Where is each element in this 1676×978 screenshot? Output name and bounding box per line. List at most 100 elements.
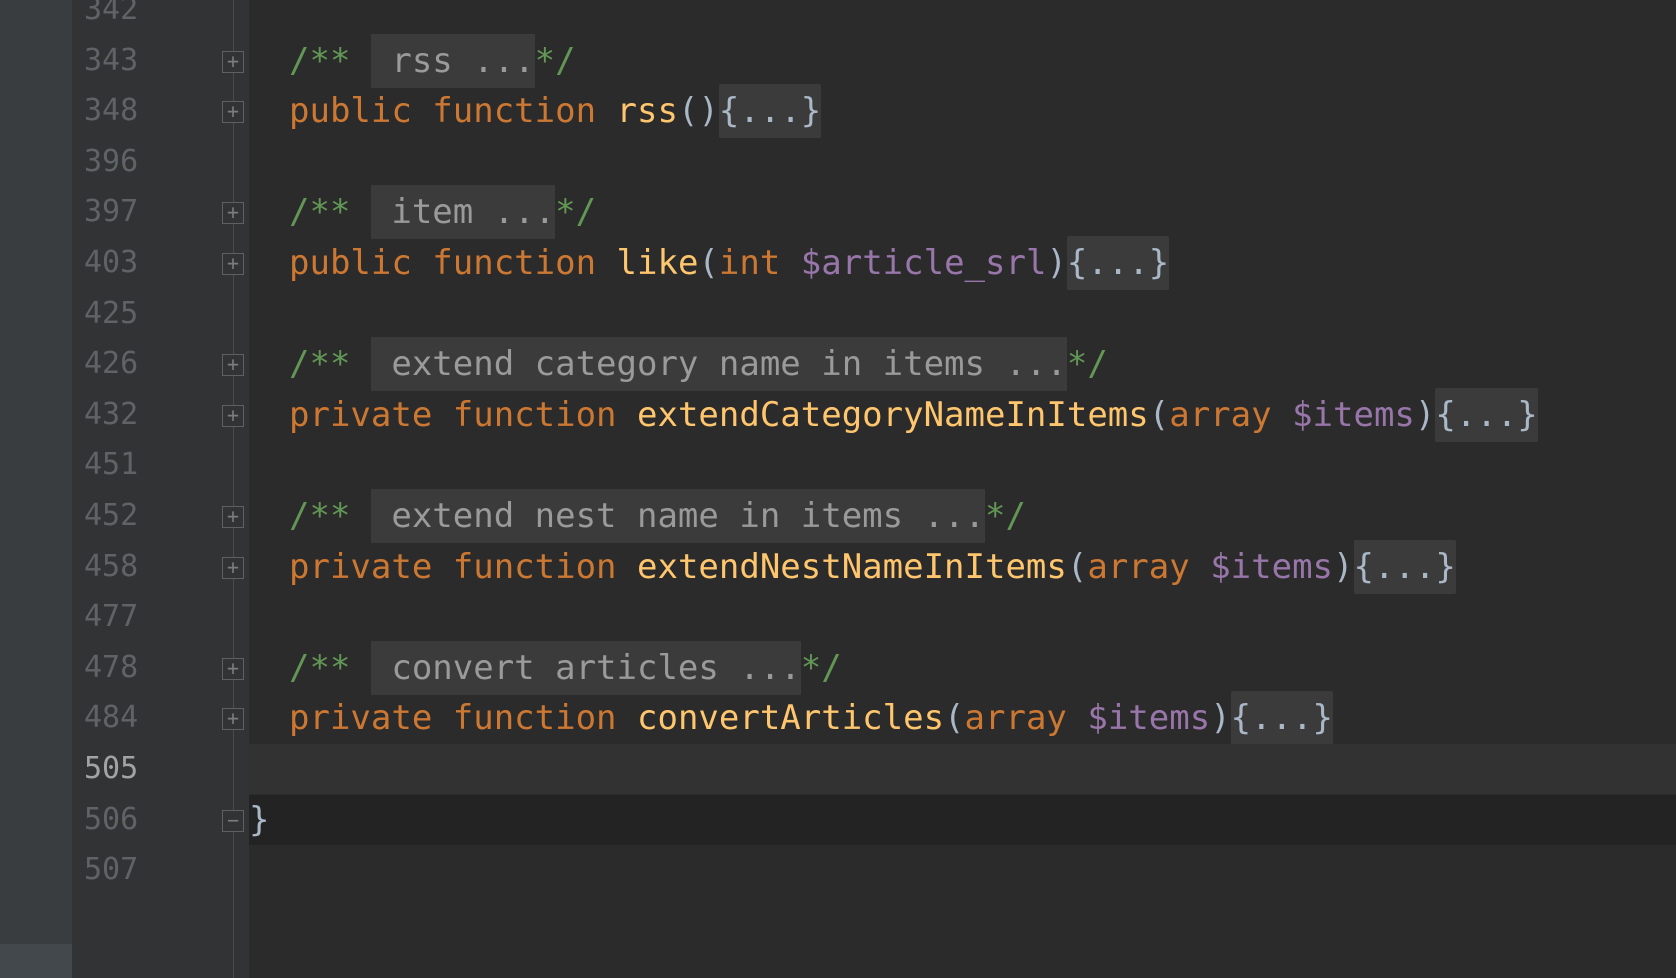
function-name: rss — [616, 91, 678, 132]
code-line[interactable]: 396 — [0, 135, 1676, 189]
code-line[interactable]: 477 — [0, 590, 1676, 644]
folded-block-placeholder[interactable]: {...} — [1353, 539, 1456, 594]
folded-block-placeholder[interactable]: {...} — [718, 84, 822, 139]
fold-expand-icon[interactable]: + — [222, 708, 244, 731]
line-number: 452 — [84, 498, 139, 533]
folded-block-placeholder[interactable]: {...} — [1066, 236, 1170, 290]
closing-line-highlight — [249, 794, 1676, 845]
line-number: 342 — [84, 0, 139, 27]
code-text[interactable]: /** item ...*/ — [289, 185, 596, 240]
folded-doc-comment[interactable]: extend category name in items ... — [370, 337, 1067, 392]
keyword-token: function — [452, 394, 637, 435]
fold-collapse-icon[interactable]: − — [222, 809, 244, 832]
line-number: 458 — [84, 548, 139, 584]
folded-block-placeholder[interactable]: {...} — [1435, 387, 1538, 442]
folded-doc-comment[interactable]: item ... — [370, 185, 556, 240]
line-number: 425 — [84, 295, 139, 331]
code-line[interactable]: 484 + private function convertArticles(arr… — [0, 691, 1676, 746]
line-number: 505 — [84, 751, 139, 786]
code-line[interactable]: 426 + /** extend category name in items ..… — [0, 337, 1676, 392]
fold-expand-icon[interactable]: + — [222, 202, 244, 225]
variable-token: $items — [1292, 394, 1415, 435]
code-text[interactable]: /** extend nest name in items ...*/ — [289, 489, 1026, 543]
line-number: 403 — [84, 245, 139, 280]
doc-comment-delimiter: /** — [289, 344, 371, 385]
code-line[interactable]: 342 — [0, 0, 1676, 37]
caret-line[interactable]: 505 — [0, 742, 1676, 796]
fold-expand-icon[interactable]: + — [222, 101, 244, 124]
line-number: 478 — [84, 649, 139, 685]
code-line[interactable]: 451 — [0, 438, 1676, 492]
code-line[interactable]: 403 + public function like(int $article_sr… — [0, 236, 1676, 290]
folded-doc-comment[interactable]: convert articles ... — [370, 640, 801, 695]
line-number: 348 — [84, 93, 139, 129]
code-text[interactable]: } — [249, 793, 269, 847]
keyword-token: array — [964, 698, 1088, 739]
doc-comment-delimiter: /** — [289, 496, 371, 536]
code-line[interactable]: 425 — [0, 287, 1676, 341]
doc-comment-delimiter: /** — [289, 647, 371, 688]
fold-expand-icon[interactable]: + — [222, 253, 244, 275]
code-token: ) — [1333, 546, 1354, 587]
code-text[interactable]: private function convertArticles(array $… — [289, 691, 1334, 746]
code-token: ( — [944, 698, 965, 739]
fold-expand-icon[interactable]: + — [222, 404, 244, 427]
folded-block-placeholder[interactable]: {...} — [1230, 691, 1334, 746]
line-number: 426 — [84, 346, 139, 382]
code-text[interactable]: /** rss ...*/ — [289, 33, 576, 88]
code-token: ( — [1066, 546, 1088, 587]
code-line[interactable]: 432 + private function extendCategoryNameI… — [0, 387, 1676, 442]
code-line[interactable]: 478 + /** convert articles ...*/ — [0, 640, 1676, 695]
keyword-token: array — [1087, 546, 1211, 587]
code-text[interactable]: public function like(int $article_srl){.… — [289, 236, 1170, 290]
keyword-token: private — [289, 698, 453, 739]
function-name: convertArticles — [637, 698, 945, 739]
code-token: ( — [1148, 394, 1170, 435]
variable-token: $article_srl — [800, 243, 1047, 283]
fold-expand-icon[interactable]: + — [222, 657, 244, 680]
keyword-token: private — [289, 394, 453, 435]
code-token: ) — [1414, 394, 1436, 435]
doc-comment-delimiter: /** — [289, 40, 371, 81]
line-number: 507 — [84, 852, 139, 888]
caret-line-highlight — [249, 744, 1676, 794]
doc-comment-delimiter: */ — [800, 647, 842, 688]
line-number: 397 — [84, 194, 139, 230]
fold-expand-icon[interactable]: + — [222, 354, 244, 377]
code-line[interactable]: 506 −} — [0, 793, 1676, 847]
keyword-token: public — [289, 91, 433, 132]
keyword-token: function — [432, 243, 617, 283]
doc-comment-delimiter: */ — [534, 40, 576, 81]
code-token: ) — [1046, 243, 1067, 283]
code-token: ) — [1210, 698, 1231, 739]
code-line[interactable]: 348 + public function rss(){...} — [0, 84, 1676, 139]
left-tool-strip-tab[interactable] — [0, 944, 72, 978]
fold-expand-icon[interactable]: + — [222, 556, 244, 579]
fold-expand-icon[interactable]: + — [222, 50, 244, 73]
fold-expand-icon[interactable]: + — [222, 506, 244, 528]
folded-doc-comment[interactable]: rss ... — [370, 33, 535, 88]
keyword-token: array — [1169, 394, 1293, 435]
code-text[interactable]: private function extendCategoryNameInIte… — [289, 387, 1538, 442]
code-line[interactable]: 397 + /** item ...*/ — [0, 185, 1676, 240]
code-text[interactable]: private function extendNestNameInItems(a… — [289, 539, 1456, 594]
code-token: } — [249, 799, 270, 840]
keyword-token: public — [289, 243, 433, 283]
code-line[interactable]: 507 — [0, 843, 1676, 897]
keyword-token: function — [452, 698, 637, 739]
variable-token: $items — [1087, 698, 1211, 739]
code-text[interactable]: public function rss(){...} — [289, 84, 822, 139]
line-number: 451 — [84, 447, 139, 483]
code-line[interactable]: 452 + /** extend nest name in items ...*/ — [0, 489, 1676, 543]
code-token: ( — [698, 243, 719, 283]
code-text[interactable]: /** convert articles ...*/ — [289, 640, 842, 695]
line-number: 432 — [84, 396, 139, 432]
code-text[interactable]: /** extend category name in items ...*/ — [289, 337, 1108, 392]
keyword-token: function — [432, 91, 617, 132]
function-name: extendNestNameInItems — [637, 546, 1067, 587]
keyword-token: private — [289, 546, 453, 587]
code-line[interactable]: 343 + /** rss ...*/ — [0, 33, 1676, 88]
line-number: 506 — [84, 801, 139, 837]
folded-doc-comment[interactable]: extend nest name in items ... — [370, 489, 985, 543]
code-line[interactable]: 458 + private function extendNestNameInIte… — [0, 539, 1676, 594]
